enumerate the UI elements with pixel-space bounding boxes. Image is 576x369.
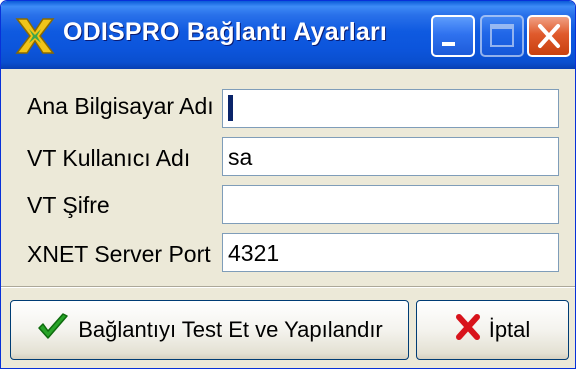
- minimize-button[interactable]: [431, 15, 475, 57]
- close-button[interactable]: [527, 15, 571, 57]
- test-and-configure-button[interactable]: Bağlantıyı Test Et ve Yapılandır: [10, 300, 409, 360]
- separator: [1, 286, 575, 288]
- window-title: ODISPRO Bağlantı Ayarları: [63, 18, 388, 46]
- red-x-icon: [455, 314, 481, 346]
- checkmark-icon: [36, 312, 70, 348]
- xnet-port-label: XNET Server Port: [27, 241, 211, 267]
- host-label: Ana Bilgisayar Adı: [27, 93, 214, 119]
- app-icon: [13, 15, 57, 57]
- maximize-button[interactable]: [480, 15, 524, 57]
- xnet-port-input[interactable]: 4321: [222, 233, 559, 272]
- connection-settings-window: ODISPRO Bağlantı Ayarları Ana Bilgisayar…: [0, 0, 576, 369]
- host-input[interactable]: [222, 89, 559, 128]
- db-user-input[interactable]: sa: [222, 137, 559, 176]
- db-user-label: VT Kullanıcı Adı: [27, 145, 191, 171]
- db-password-label: VT Şifre: [27, 192, 110, 218]
- test-button-label: Bağlantıyı Test Et ve Yapılandır: [78, 317, 383, 342]
- cancel-button-label: İptal: [488, 317, 531, 342]
- db-password-input[interactable]: [222, 185, 559, 224]
- text-caret: [228, 95, 233, 121]
- title-bar[interactable]: ODISPRO Bağlantı Ayarları: [1, 1, 575, 69]
- cancel-button[interactable]: İptal: [416, 300, 569, 360]
